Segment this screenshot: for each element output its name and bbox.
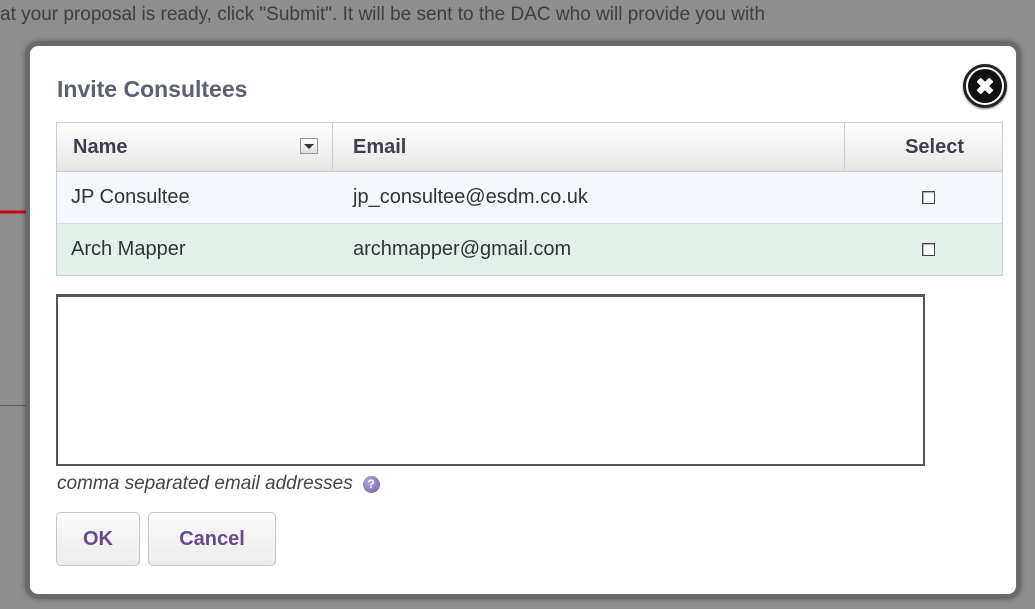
select-checkbox[interactable] [922,191,935,204]
consultees-table: Name Email Select JP Consultee jp_consul… [56,122,1003,276]
ok-button[interactable]: OK [56,512,140,566]
close-button[interactable] [963,64,1007,108]
email-addresses-input[interactable] [56,294,925,466]
column-header-name[interactable]: Name [57,123,333,171]
email-hint: comma separated email addresses ? [57,473,380,495]
invite-consultees-dialog: Invite Consultees Name Email Select JP C… [26,42,1020,598]
consultee-name: Arch Mapper [71,238,186,260]
column-header-email-label: Email [353,135,407,158]
table-row[interactable]: Arch Mapper archmapper@gmail.com [57,224,1002,275]
consultee-name: JP Consultee [71,186,190,208]
help-icon[interactable]: ? [362,475,380,493]
column-header-email[interactable]: Email [333,123,845,171]
email-hint-text: comma separated email addresses [57,473,353,494]
select-checkbox[interactable] [922,243,935,256]
close-icon [968,69,1002,103]
consultee-email: jp_consultee@esdm.co.uk [353,186,588,208]
chevron-down-icon[interactable] [300,138,318,154]
select-cell [845,243,1002,256]
dialog-title: Invite Consultees [57,76,248,102]
column-header-select-label: Select [905,135,964,158]
table-header: Name Email Select [57,123,1002,172]
table-row[interactable]: JP Consultee jp_consultee@esdm.co.uk [57,172,1002,224]
consultee-email: archmapper@gmail.com [353,238,572,260]
column-header-select[interactable]: Select [845,123,1002,171]
cancel-button[interactable]: Cancel [148,512,276,566]
column-header-name-label: Name [73,135,128,158]
select-cell [845,191,1002,204]
